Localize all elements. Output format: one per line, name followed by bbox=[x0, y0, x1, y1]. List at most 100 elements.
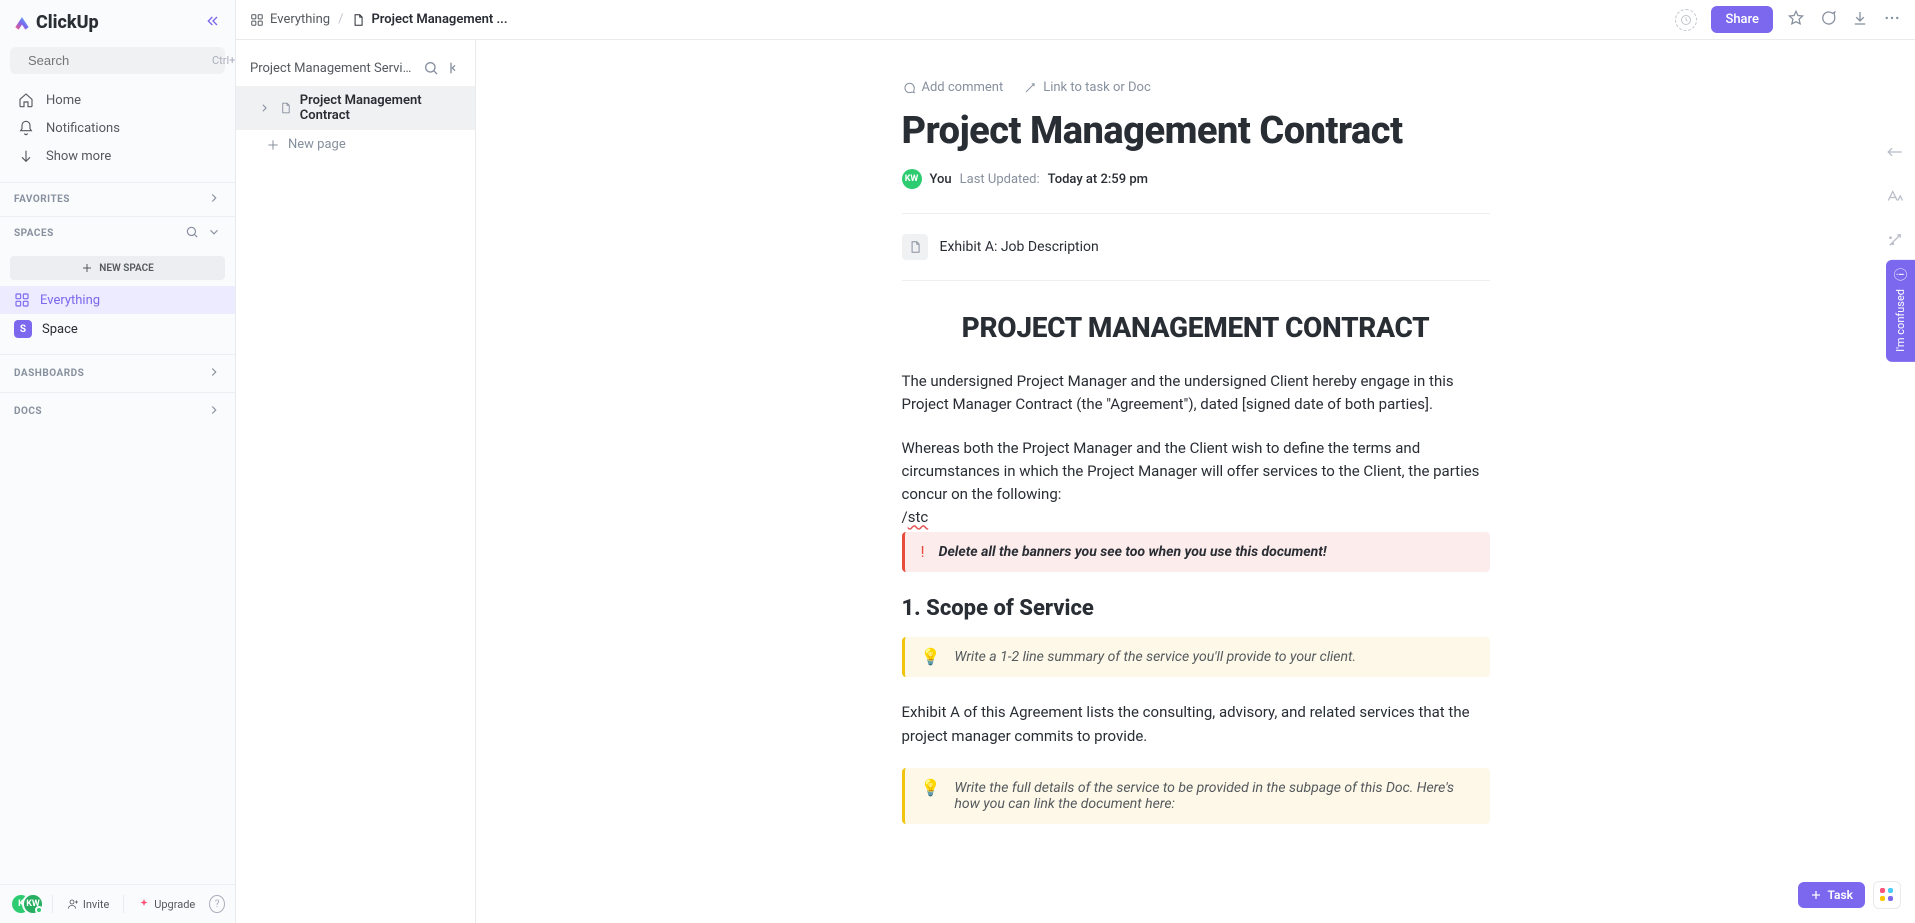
new-task-button[interactable]: Task bbox=[1798, 882, 1866, 908]
confused-tab[interactable]: I'm confused bbox=[1886, 260, 1915, 362]
doc-outline-panel: Project Management Services Co... Projec… bbox=[236, 0, 476, 923]
attachment-title: Exhibit A: Job Description bbox=[940, 239, 1099, 255]
outline-item-contract[interactable]: Project Management Contract bbox=[236, 86, 475, 130]
lightbulb-icon: 💡 bbox=[921, 649, 941, 665]
expand-button[interactable] bbox=[1881, 138, 1909, 166]
star-icon bbox=[1787, 9, 1805, 27]
search-icon[interactable] bbox=[185, 225, 199, 242]
clickup-logo-icon bbox=[12, 13, 32, 33]
share-button[interactable]: Share bbox=[1711, 6, 1773, 33]
content-scroll[interactable]: Add comment Link to task or Doc Project … bbox=[476, 0, 1915, 923]
grid-icon bbox=[250, 13, 264, 27]
spaces-section-header[interactable]: SPACES bbox=[0, 216, 235, 250]
apps-button[interactable] bbox=[1873, 881, 1901, 909]
new-space-button[interactable]: NEW SPACE bbox=[10, 256, 225, 280]
caret-right-icon bbox=[258, 101, 271, 115]
banner-text: Delete all the banners you see too when … bbox=[939, 544, 1327, 560]
sidebar-footer: K KW Invite Upgrade ? bbox=[0, 884, 235, 923]
upgrade-button[interactable]: Upgrade bbox=[132, 894, 201, 915]
sidebar-item-show-more[interactable]: Show more bbox=[0, 142, 235, 170]
sidebar: ClickUp Ctrl+K Home Notifications bbox=[0, 0, 236, 923]
outline-item-new-page[interactable]: New page bbox=[236, 130, 475, 159]
paragraph[interactable]: Exhibit A of this Agreement lists the co… bbox=[902, 701, 1490, 748]
attachment-row[interactable]: Exhibit A: Job Description bbox=[902, 230, 1490, 281]
sidebar-item-space[interactable]: S Space bbox=[0, 314, 235, 344]
breadcrumb-current[interactable]: Project Management ... bbox=[351, 12, 507, 27]
doc-title[interactable]: Project Management Contract bbox=[902, 109, 1490, 153]
avatar: KW bbox=[902, 169, 922, 189]
paragraph[interactable]: The undersigned Project Manager and the … bbox=[902, 370, 1490, 417]
grid-dots-icon bbox=[1880, 888, 1894, 902]
sidebar-item-notifications[interactable]: Notifications bbox=[0, 114, 235, 142]
typography-icon bbox=[1886, 187, 1904, 205]
typography-button[interactable] bbox=[1881, 182, 1909, 210]
plus-icon bbox=[266, 138, 280, 152]
breadcrumb: Everything / Project Management ... bbox=[250, 12, 508, 27]
link-icon bbox=[1023, 81, 1037, 95]
search-field[interactable] bbox=[28, 53, 204, 68]
chevron-right-icon bbox=[207, 365, 221, 382]
favorite-button[interactable] bbox=[1787, 9, 1805, 31]
logo[interactable]: ClickUp bbox=[12, 12, 99, 33]
byline: KW You Last Updated: Today at 2:59 pm bbox=[902, 169, 1490, 189]
search-input[interactable]: Ctrl+K bbox=[10, 47, 225, 74]
add-comment-button[interactable]: Add comment bbox=[902, 80, 1004, 95]
last-updated-label: Last Updated: bbox=[960, 172, 1040, 187]
paragraph[interactable]: Whereas both the Project Manager and the… bbox=[902, 437, 1490, 507]
more-button[interactable] bbox=[1883, 9, 1901, 31]
last-updated-time: Today at 2:59 pm bbox=[1048, 172, 1148, 187]
sidebar-item-label: Show more bbox=[46, 149, 111, 164]
docs-section-header[interactable]: DOCS bbox=[0, 392, 235, 430]
chevron-down-icon bbox=[18, 148, 34, 164]
collapse-panel-icon[interactable] bbox=[445, 60, 461, 76]
slash-command[interactable]: /stc bbox=[902, 508, 1490, 526]
chevron-down-icon[interactable] bbox=[207, 225, 221, 242]
bell-icon bbox=[18, 120, 34, 136]
banner-tip[interactable]: 💡 Write the full details of the service … bbox=[902, 768, 1490, 824]
sidebar-item-label: Notifications bbox=[46, 121, 120, 136]
comment-icon bbox=[1819, 9, 1837, 27]
dots-icon bbox=[1883, 9, 1901, 27]
wand-icon bbox=[1886, 231, 1904, 249]
space-badge: S bbox=[14, 320, 32, 338]
doc-heading[interactable]: PROJECT MANAGEMENT CONTRACT bbox=[902, 311, 1490, 344]
sidebar-item-everything[interactable]: Everything bbox=[0, 286, 235, 314]
topbar: Everything / Project Management ... Shar… bbox=[236, 0, 1915, 40]
sidebar-item-label: Everything bbox=[40, 293, 100, 308]
doc-icon bbox=[902, 234, 928, 260]
invite-button[interactable]: Invite bbox=[61, 894, 116, 915]
download-button[interactable] bbox=[1851, 9, 1869, 31]
dashboards-section-header[interactable]: DASHBOARDS bbox=[0, 354, 235, 392]
download-icon bbox=[1851, 9, 1869, 27]
banner-text: Write the full details of the service to… bbox=[954, 780, 1473, 812]
author-name: You bbox=[930, 172, 952, 187]
sidebar-item-home[interactable]: Home bbox=[0, 86, 235, 114]
outline-item-label: Project Management Contract bbox=[300, 93, 461, 123]
section-heading[interactable]: 1. Scope of Service bbox=[902, 596, 1490, 621]
link-task-button[interactable]: Link to task or Doc bbox=[1023, 80, 1151, 95]
search-icon[interactable] bbox=[423, 60, 439, 76]
person-add-icon bbox=[67, 898, 79, 910]
fab-row: Task bbox=[1798, 881, 1902, 909]
grid-icon bbox=[14, 292, 30, 308]
favorites-section-header[interactable]: FAVORITES bbox=[0, 182, 235, 216]
collapse-sidebar-icon[interactable] bbox=[205, 13, 221, 33]
avatar: KW bbox=[22, 893, 44, 915]
chevron-right-icon bbox=[207, 191, 221, 208]
doc-icon bbox=[351, 13, 365, 27]
chevron-right-icon bbox=[207, 403, 221, 420]
breadcrumb-root[interactable]: Everything bbox=[250, 12, 330, 27]
avatar-stack[interactable]: K KW bbox=[10, 893, 44, 915]
banner-warning[interactable]: ! Delete all the banners you see too whe… bbox=[902, 532, 1490, 572]
comments-button[interactable] bbox=[1819, 9, 1837, 31]
template-button[interactable] bbox=[1881, 226, 1909, 254]
time-tracking-button[interactable] bbox=[1675, 9, 1697, 31]
plus-icon bbox=[81, 262, 93, 274]
help-button[interactable]: ? bbox=[209, 895, 225, 913]
main-content: Everything / Project Management ... Shar… bbox=[476, 0, 1915, 923]
banner-tip[interactable]: 💡 Write a 1-2 line summary of the servic… bbox=[902, 637, 1490, 677]
divider bbox=[902, 213, 1490, 214]
sidebar-item-label: Space bbox=[42, 322, 78, 337]
expand-icon bbox=[1886, 143, 1904, 161]
doc-body: Add comment Link to task or Doc Project … bbox=[886, 80, 1506, 824]
